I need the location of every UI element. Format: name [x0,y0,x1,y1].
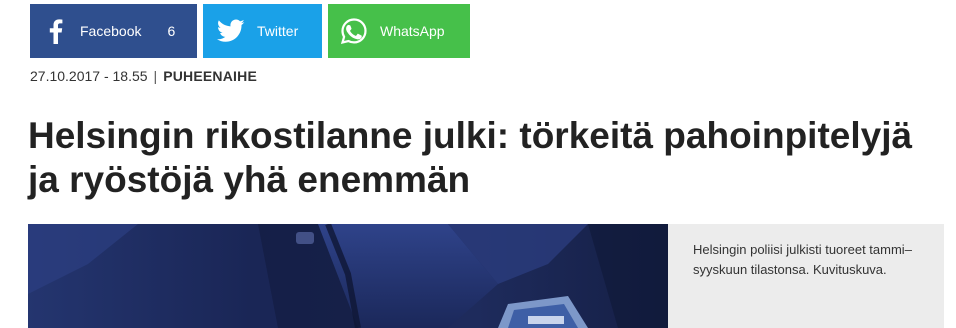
twitter-share-label: Twitter [257,23,299,39]
article-hero-image [28,224,668,328]
facebook-icon [46,18,64,44]
whatsapp-icon [340,17,368,45]
facebook-share-count: 6 [167,23,176,39]
whatsapp-share-label: WhatsApp [380,23,445,39]
facebook-share-button[interactable]: Facebook 6 [30,4,197,58]
twitter-share-button[interactable]: Twitter [203,4,322,58]
whatsapp-share-button[interactable]: WhatsApp [328,4,470,58]
image-caption-box: Helsingin poliisi julkisti tuoreet tammi… [668,224,944,328]
category-link[interactable]: PUHEENAIHE [163,68,257,84]
article-meta: 27.10.2017 - 18.55 | PUHEENAIHE [30,68,257,84]
facebook-share-label: Facebook [80,23,142,39]
meta-separator: | [153,68,158,84]
publish-datetime: 27.10.2017 - 18.55 [30,68,148,84]
share-bar: Facebook 6 Twitter WhatsApp [30,4,470,58]
image-caption: Helsingin poliisi julkisti tuoreet tammi… [693,242,912,277]
twitter-icon [217,19,245,43]
article-headline: Helsingin rikostilanne julki: törkeitä p… [28,115,913,200]
